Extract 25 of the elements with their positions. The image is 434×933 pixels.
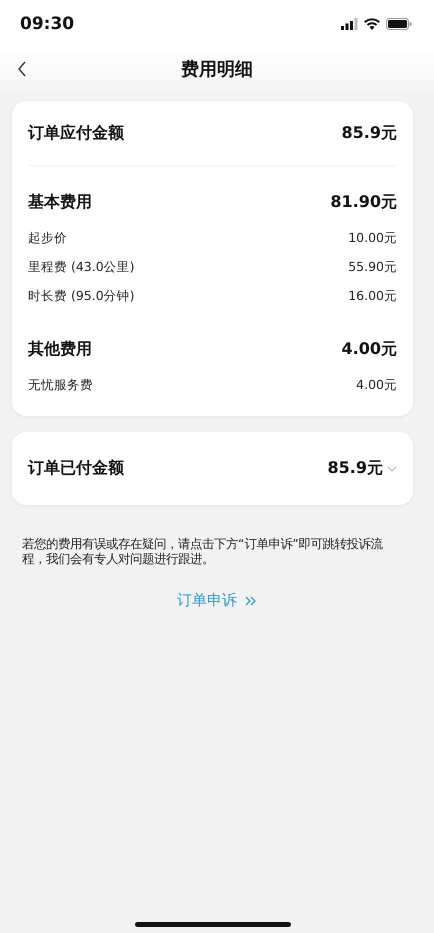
payable-amount: 85.9元	[342, 122, 397, 144]
double-chevron-icon[interactable]	[245, 596, 257, 606]
signal-icon	[341, 18, 358, 30]
fee-group-title: 其他费用	[28, 338, 92, 360]
appeal-link[interactable]: 订单申诉	[177, 591, 257, 610]
fee-item-amount: 4.00元	[356, 377, 397, 394]
fee-item-label: 无忧服务费	[28, 377, 93, 394]
fee-item-amount: 55.90元	[348, 259, 397, 276]
battery-icon	[386, 18, 412, 30]
fee-item-label: 时长费 (95.0分钟)	[28, 288, 135, 305]
back-icon[interactable]	[17, 61, 27, 77]
fee-item-label: 起步价	[28, 230, 67, 247]
payable-label: 订单应付金额	[28, 122, 124, 144]
status-time: 09:30	[20, 14, 74, 34]
fee-item-amount: 10.00元	[348, 230, 397, 247]
fee-group-title: 基本费用	[28, 192, 92, 212]
wifi-icon	[364, 18, 380, 30]
notice-text: 若您的费用有误或存在疑问，请点击下方“订单申诉”即可跳转投诉流程，我们会有专人对问题进行跟进。	[21, 537, 384, 567]
fee-item-amount: 16.00元	[348, 288, 397, 305]
fee-group-amount: 4.00元	[342, 338, 397, 360]
fee-item-label: 里程费 (43.0公里)	[28, 259, 135, 276]
fee-group-amount: 81.90元	[330, 192, 397, 212]
paid-label: 订单已付金额	[28, 458, 124, 479]
paid-amount: 85.9元	[328, 458, 383, 479]
page-title: 费用明细	[181, 58, 253, 81]
